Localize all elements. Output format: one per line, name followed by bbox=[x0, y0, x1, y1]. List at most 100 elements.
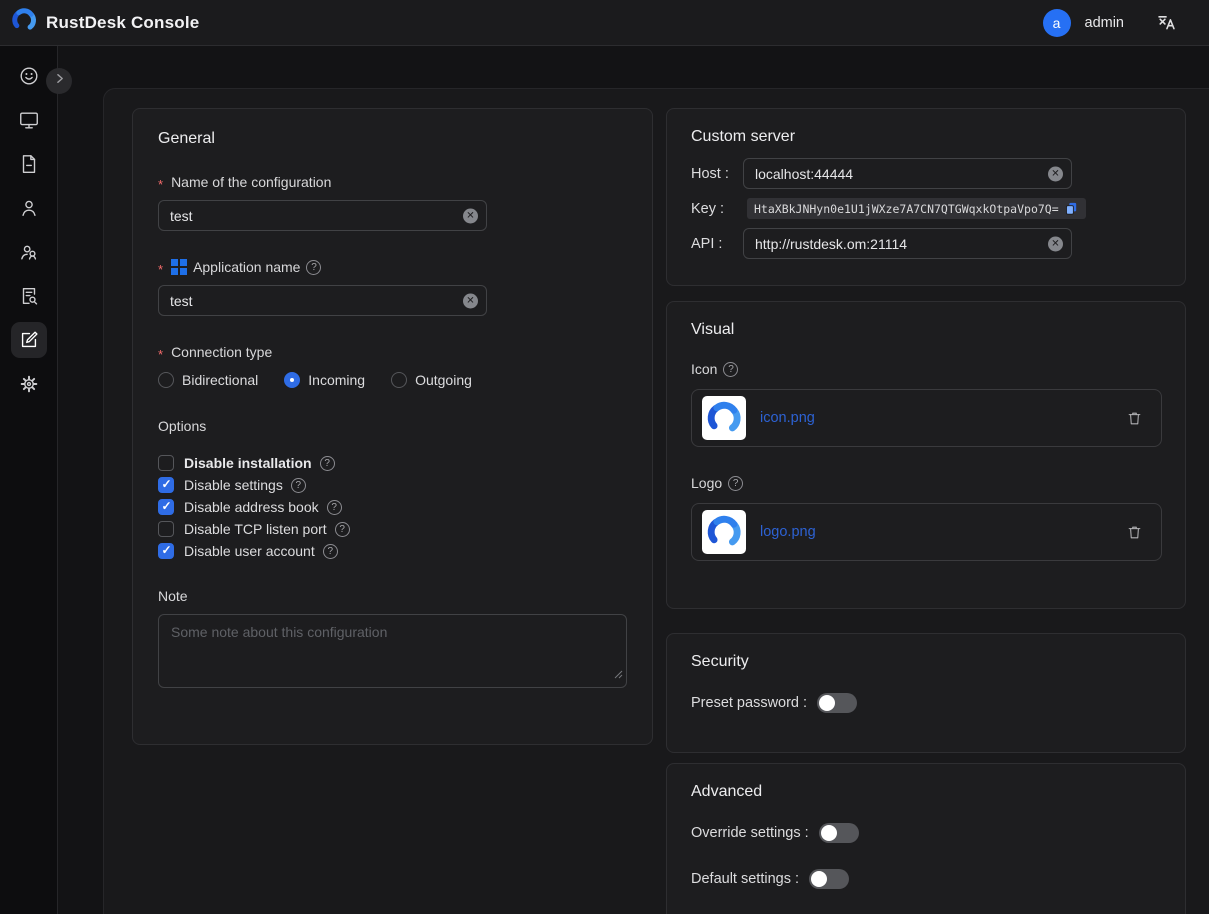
help-icon[interactable]: ? bbox=[306, 260, 321, 275]
host-input: ✕ bbox=[743, 158, 1072, 189]
radio-bidirectional[interactable]: Bidirectional bbox=[158, 372, 258, 388]
clear-icon[interactable]: ✕ bbox=[1048, 166, 1063, 181]
translate-icon[interactable] bbox=[1156, 12, 1177, 33]
edit-icon bbox=[18, 329, 40, 351]
name-input: ✕ bbox=[158, 200, 487, 231]
logo-thumbnail bbox=[702, 510, 746, 554]
checkbox-disable-user-account: Disable user account ? bbox=[158, 540, 627, 562]
api-label: API : bbox=[691, 236, 743, 252]
preset-password-toggle[interactable] bbox=[817, 693, 857, 713]
logo-file-link[interactable]: logo.png bbox=[760, 524, 816, 540]
default-settings-label: Default settings : bbox=[691, 871, 799, 887]
help-icon[interactable]: ? bbox=[320, 456, 335, 471]
general-card: General * Name of the configuration ✕ * … bbox=[132, 108, 653, 745]
general-title: General bbox=[158, 130, 627, 148]
checkbox-disable-settings: Disable settings ? bbox=[158, 474, 627, 496]
required-asterisk: * bbox=[158, 177, 163, 192]
api-input: ✕ bbox=[743, 228, 1072, 259]
connection-type-label: * Connection type bbox=[158, 344, 627, 360]
options-list: Disable installation ? Disable settings … bbox=[158, 452, 627, 562]
note-textarea-wrap bbox=[158, 614, 627, 688]
trash-icon[interactable] bbox=[1126, 524, 1143, 541]
help-icon[interactable]: ? bbox=[723, 362, 738, 377]
sidebar-item-groups[interactable] bbox=[11, 234, 47, 270]
checkbox[interactable] bbox=[158, 477, 174, 493]
icon-file-row: icon.png bbox=[691, 389, 1162, 447]
checkbox[interactable] bbox=[158, 521, 174, 537]
brand: RustDesk Console bbox=[0, 7, 199, 38]
help-icon[interactable]: ? bbox=[327, 500, 342, 515]
icon-file-link[interactable]: icon.png bbox=[760, 410, 815, 426]
name-label: * Name of the configuration bbox=[158, 174, 627, 190]
sidebar-item-dashboard[interactable] bbox=[11, 58, 47, 94]
toggle-knob bbox=[811, 871, 827, 887]
toggle-knob bbox=[819, 695, 835, 711]
checkbox[interactable] bbox=[158, 499, 174, 515]
application-name-input: ✕ bbox=[158, 285, 487, 316]
help-icon[interactable]: ? bbox=[728, 476, 743, 491]
checkbox[interactable] bbox=[158, 455, 174, 471]
app-window: RustDesk Console a admin bbox=[0, 0, 1209, 914]
radio-outgoing[interactable]: Outgoing bbox=[391, 372, 472, 388]
document-icon bbox=[18, 153, 40, 175]
api-row: API : ✕ bbox=[691, 228, 1161, 259]
monitor-icon bbox=[18, 109, 40, 131]
override-settings-toggle[interactable] bbox=[819, 823, 859, 843]
checkbox-disable-installation: Disable installation ? bbox=[158, 452, 627, 474]
app-title: RustDesk Console bbox=[46, 13, 199, 33]
top-bar: RustDesk Console a admin bbox=[0, 0, 1209, 46]
clear-icon[interactable]: ✕ bbox=[1048, 236, 1063, 251]
checkbox-disable-address-book: Disable address book ? bbox=[158, 496, 627, 518]
help-icon[interactable]: ? bbox=[323, 544, 338, 559]
visual-card: Visual Icon ? icon.png Logo ? bbox=[666, 301, 1186, 609]
note-label: Note bbox=[158, 588, 627, 604]
host-label: Host : bbox=[691, 166, 743, 182]
clear-icon[interactable]: ✕ bbox=[463, 208, 478, 223]
custom-server-card: Custom server Host : ✕ Key : HtaXBkJNHyn… bbox=[666, 108, 1186, 286]
chevron-right-icon bbox=[53, 72, 66, 90]
user-icon bbox=[18, 197, 40, 219]
options-label: Options bbox=[158, 418, 627, 434]
key-value: HtaXBkJNHyn0e1U1jWXze7A7CN7QTGWqxkOtpaVp… bbox=[754, 202, 1059, 216]
help-icon[interactable]: ? bbox=[291, 478, 306, 493]
preset-password-row: Preset password : bbox=[691, 693, 1161, 713]
host-input-field[interactable] bbox=[744, 166, 1071, 182]
connection-type-radios: Bidirectional Incoming Outgoing bbox=[158, 372, 627, 388]
trash-icon[interactable] bbox=[1126, 410, 1143, 427]
smiley-icon bbox=[18, 65, 40, 87]
radio-incoming[interactable]: Incoming bbox=[284, 372, 365, 388]
checkbox[interactable] bbox=[158, 543, 174, 559]
default-settings-toggle[interactable] bbox=[809, 869, 849, 889]
sidebar-collapse-button[interactable] bbox=[46, 68, 72, 94]
advanced-title: Advanced bbox=[691, 783, 1161, 801]
application-name-input-field[interactable] bbox=[159, 293, 486, 309]
override-settings-row: Override settings : bbox=[691, 823, 1161, 843]
sidebar-item-documents[interactable] bbox=[11, 146, 47, 182]
note-textarea[interactable] bbox=[159, 615, 626, 687]
avatar[interactable]: a bbox=[1043, 9, 1071, 37]
key-value-chip: HtaXBkJNHyn0e1U1jWXze7A7CN7QTGWqxkOtpaVp… bbox=[747, 198, 1086, 219]
sidebar-item-devices[interactable] bbox=[11, 102, 47, 138]
sidebar-item-audit[interactable] bbox=[11, 278, 47, 314]
api-input-field[interactable] bbox=[744, 236, 1071, 252]
clear-icon[interactable]: ✕ bbox=[463, 293, 478, 308]
application-name-label: * Application name ? bbox=[158, 259, 627, 275]
sidebar-item-custom-client[interactable] bbox=[11, 322, 47, 358]
host-row: Host : ✕ bbox=[691, 158, 1161, 189]
required-asterisk: * bbox=[158, 347, 163, 362]
sidebar bbox=[0, 46, 58, 914]
icon-label: Icon ? bbox=[691, 361, 1161, 377]
main-panel: General * Name of the configuration ✕ * … bbox=[103, 88, 1209, 914]
sidebar-item-users[interactable] bbox=[11, 190, 47, 226]
users-icon bbox=[18, 241, 40, 263]
key-row: Key : HtaXBkJNHyn0e1U1jWXze7A7CN7QTGWqxk… bbox=[691, 198, 1161, 219]
copy-icon[interactable] bbox=[1064, 201, 1079, 216]
security-card: Security Preset password : bbox=[666, 633, 1186, 753]
override-settings-label: Override settings : bbox=[691, 825, 809, 841]
name-input-field[interactable] bbox=[159, 208, 486, 224]
username[interactable]: admin bbox=[1085, 15, 1125, 31]
help-icon[interactable]: ? bbox=[335, 522, 350, 537]
sidebar-item-settings[interactable] bbox=[11, 366, 47, 402]
radio-dot bbox=[158, 372, 174, 388]
key-label: Key : bbox=[691, 201, 743, 217]
